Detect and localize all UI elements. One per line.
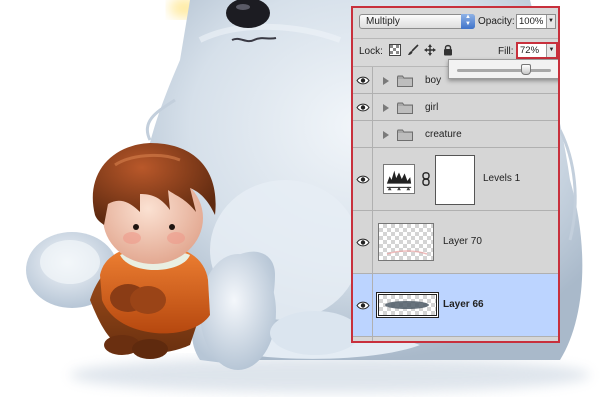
fill-slider-popup <box>448 59 558 79</box>
chain-link-icon[interactable] <box>422 172 430 186</box>
layer-name: creature <box>425 129 462 140</box>
blend-mode-select[interactable]: Multiply ▲ ▼ <box>359 14 475 29</box>
triangle-down-icon[interactable]: ▼ <box>546 44 556 57</box>
opacity-label: Opacity: <box>478 16 515 27</box>
blend-opacity-bar: Multiply ▲ ▼ Opacity: 100% ▼ <box>353 8 558 39</box>
layers-panel: Multiply ▲▼ Opacity: 100% ▼ Lock: Fill: <box>351 6 560 343</box>
blend-mode-value: Multiply <box>366 16 400 27</box>
fill-label: Fill: <box>498 46 514 57</box>
eye-icon <box>356 301 370 310</box>
updown-arrows-icon: ▲ ▼ <box>461 14 475 29</box>
layer-name: girl <box>425 102 439 113</box>
eye-icon <box>356 103 370 112</box>
layer-name: boy <box>425 75 442 86</box>
visibility-toggle[interactable] <box>353 94 373 120</box>
folder-icon <box>397 129 413 141</box>
layer-thumbnail <box>378 294 437 316</box>
triangle-down-icon[interactable]: ▼ <box>546 15 555 28</box>
move-icon[interactable] <box>424 44 436 56</box>
triangle-right-icon[interactable] <box>383 131 389 139</box>
padlock-icon[interactable] <box>442 44 454 56</box>
visibility-toggle[interactable] <box>353 211 373 273</box>
fill-slider-track[interactable] <box>457 69 551 72</box>
visibility-toggle[interactable] <box>353 121 373 147</box>
brush-icon[interactable] <box>407 44 419 56</box>
visibility-toggle[interactable] <box>353 148 373 210</box>
visibility-toggle[interactable] <box>353 274 373 336</box>
layer-name: Levels 1 <box>483 173 521 184</box>
layers-list: boy girl creature Levels 1 Layer 70 Laye… <box>353 67 558 341</box>
eye-icon <box>356 238 370 247</box>
fill-input[interactable]: 72% ▼ <box>516 42 558 59</box>
eye-icon <box>356 175 370 184</box>
fill-value: 72% <box>520 45 540 56</box>
layer-row-girl[interactable]: girl <box>353 94 558 121</box>
triangle-right-icon[interactable] <box>383 104 389 112</box>
checker-lock-icon[interactable] <box>389 44 401 56</box>
layer-row-creature[interactable]: creature <box>353 121 558 148</box>
levels-adjustment-icon <box>383 164 415 194</box>
folder-icon <box>397 75 413 87</box>
layer-mask-thumbnail <box>435 155 475 205</box>
layer-row-levels[interactable]: Levels 1 <box>353 148 558 211</box>
eye-icon <box>356 76 370 85</box>
layer-thumbnail <box>378 223 434 261</box>
visibility-toggle[interactable] <box>353 67 373 93</box>
layer-row-partial[interactable] <box>353 337 558 341</box>
layer-name: Layer 70 <box>443 236 482 247</box>
fill-slider-thumb[interactable] <box>520 64 531 75</box>
visibility-toggle[interactable] <box>353 337 373 341</box>
opacity-value: 100% <box>519 16 544 27</box>
layer-row-layer-70[interactable]: Layer 70 <box>353 211 558 274</box>
layer-name: Layer 66 <box>443 299 484 310</box>
triangle-right-icon[interactable] <box>383 77 389 85</box>
opacity-input[interactable]: 100% ▼ <box>516 14 556 29</box>
layer-row-layer-66[interactable]: Layer 66 <box>353 274 558 337</box>
folder-icon <box>397 102 413 114</box>
lock-label: Lock: <box>359 46 383 57</box>
